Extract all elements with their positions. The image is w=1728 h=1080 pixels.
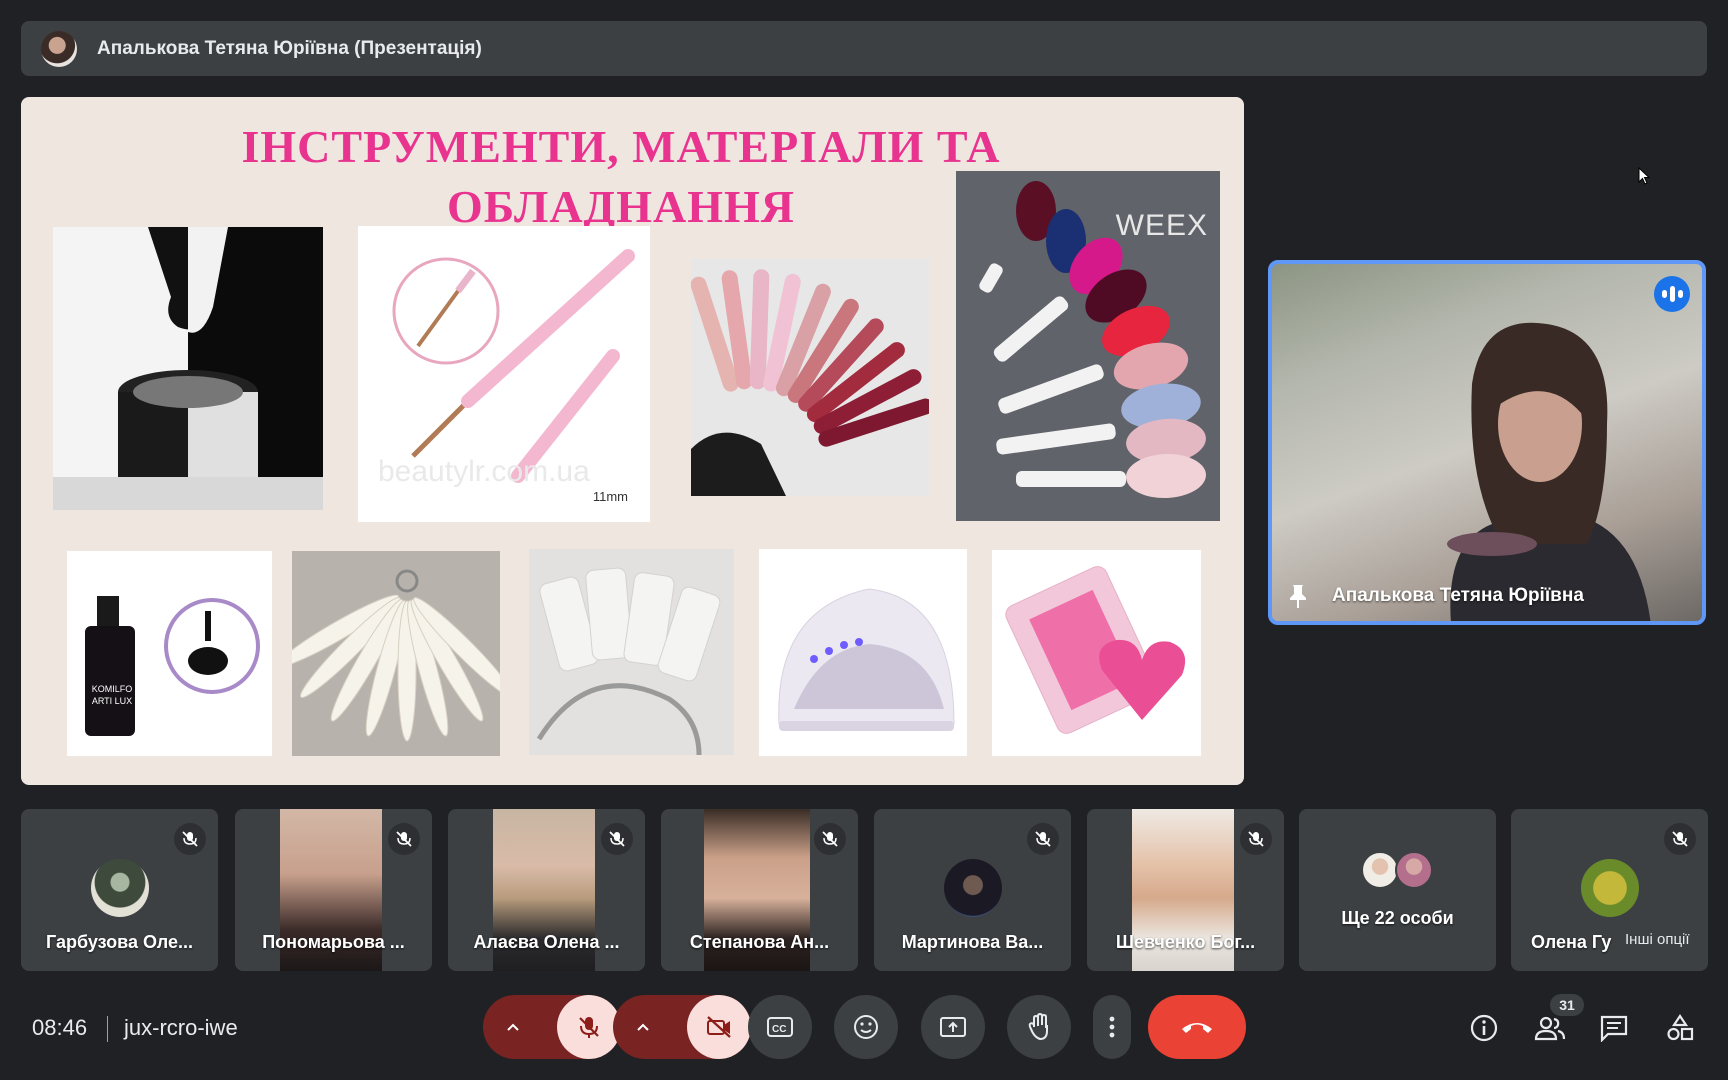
speaker-video-tile[interactable]: Апалькова Тетяна Юріївна: [1268, 260, 1706, 625]
brush-caption: 11mm: [592, 489, 628, 504]
color-swatch-fan-image: [691, 259, 929, 496]
participant-tile[interactable]: Шевченко Бог...: [1087, 809, 1284, 971]
participant-name: Гарбузова Оле...: [46, 932, 193, 952]
slide-title-line1: ІНСТРУМЕНТИ, МАТЕРІАЛИ ТА: [241, 121, 1001, 172]
speaking-indicator-icon: [1654, 276, 1690, 312]
komilfo-label: KOMILFO ARTI LUX: [91, 684, 133, 706]
people-count-badge: 31: [1550, 994, 1584, 1016]
participant-tile[interactable]: Степанова Ан...: [661, 809, 858, 971]
participant-name: Пономарьова ...: [262, 932, 405, 952]
more-options-tooltip: Інші опції: [1617, 925, 1698, 954]
closed-captions-icon: CC: [767, 1017, 793, 1037]
participant-avatar: [1361, 851, 1399, 889]
leave-call-button[interactable]: [1148, 995, 1246, 1059]
emoji-icon: [854, 1015, 878, 1039]
participant-tile[interactable]: Гарбузова Оле...: [21, 809, 218, 971]
present-screen-icon: [940, 1017, 966, 1037]
participant-avatar: [944, 859, 1002, 917]
mic-off-icon: [814, 823, 846, 855]
nail-tips-ring-image: [529, 549, 734, 755]
camera-toggle-button[interactable]: [687, 995, 751, 1059]
hang-up-icon: [1182, 1023, 1212, 1033]
presenter-bar: Апалькова Тетяна Юріївна (Презентація): [21, 21, 1707, 76]
mic-off-icon: [579, 1017, 599, 1038]
chevron-up-icon: [507, 1023, 519, 1031]
weex-gel-palette-image: WEEX: [956, 171, 1220, 521]
presenter-title: Апалькова Тетяна Юріївна (Презентація): [97, 37, 482, 59]
nail-art-brush-image: beautylr.com.ua 11mm: [358, 226, 650, 522]
camera-control: [613, 995, 751, 1059]
mic-off-icon: [1240, 823, 1272, 855]
video-options-button[interactable]: [613, 995, 673, 1059]
participant-avatar: [91, 859, 149, 917]
pin-icon[interactable]: [1286, 583, 1310, 609]
presentation-slide: ІНСТРУМЕНТИ, МАТЕРІАЛИ ТА ОБЛАДНАННЯ bea…: [21, 97, 1244, 785]
participant-name: Мартинова Ва...: [901, 932, 1044, 952]
audio-options-button[interactable]: [483, 995, 543, 1059]
mic-off-icon: [174, 823, 206, 855]
participant-name: Шевченко Бог...: [1115, 932, 1256, 952]
meeting-controls-bar: 08:46 jux-rcro-iwe CC: [0, 990, 1728, 1080]
captions-button[interactable]: CC: [748, 995, 812, 1059]
reactions-button[interactable]: [834, 995, 898, 1059]
participant-tile[interactable]: Мартинова Ва...: [874, 809, 1071, 971]
svg-text:CC: CC: [772, 1024, 786, 1035]
gel-polish-jar-image: [53, 227, 323, 510]
participant-strip: Гарбузова Оле... Пономарьова ... Алаєва …: [21, 809, 1708, 971]
participant-name: Олена Гу: [1531, 932, 1612, 952]
komilfo-bottle-image: KOMILFO ARTI LUX: [67, 551, 272, 756]
speaker-name: Апалькова Тетяна Юріївна: [1332, 585, 1584, 606]
raise-hand-icon: [1028, 1013, 1048, 1041]
activities-icon: [1667, 1014, 1694, 1041]
present-screen-button[interactable]: [921, 995, 985, 1059]
microphone-control: [483, 995, 621, 1059]
weex-logo: WEEX: [1115, 209, 1208, 242]
people-icon: [1534, 1016, 1566, 1041]
uv-led-lamp-image: [759, 549, 967, 756]
nail-tip-fan-image: [292, 551, 500, 756]
info-icon: [1470, 1014, 1498, 1042]
activities-button[interactable]: [1656, 1004, 1704, 1052]
mic-off-icon: [601, 823, 633, 855]
participant-tile[interactable]: Алаєва Олена ...: [448, 809, 645, 971]
speaker-video-feed: [1447, 322, 1651, 621]
microphone-toggle-button[interactable]: [557, 995, 621, 1059]
more-options-button[interactable]: [1093, 995, 1131, 1059]
chat-button[interactable]: [1590, 1004, 1638, 1052]
participant-avatar: [1581, 859, 1639, 917]
divider: [107, 1016, 108, 1042]
meeting-clock: 08:46: [32, 1015, 88, 1040]
camera-off-icon: [707, 1016, 731, 1038]
mic-off-icon: [1664, 823, 1696, 855]
presenter-avatar: [41, 30, 77, 67]
chevron-up-icon: [637, 1023, 649, 1031]
participant-name: Алаєва Олена ...: [473, 932, 620, 952]
more-vertical-icon: [1109, 1016, 1115, 1038]
mouse-cursor-icon: [1638, 166, 1651, 185]
more-participants-label: Ще 22 особи: [1341, 908, 1454, 928]
svg-text:beautylr.com.ua: beautylr.com.ua: [378, 455, 590, 488]
pink-heart-sponge-image: [992, 550, 1201, 756]
raise-hand-button[interactable]: [1007, 995, 1071, 1059]
mic-off-icon: [388, 823, 420, 855]
meeting-details-button[interactable]: [1460, 1004, 1508, 1052]
participant-avatar: [1395, 851, 1433, 889]
participant-tile[interactable]: Пономарьова ...: [235, 809, 432, 971]
participant-name: Степанова Ан...: [689, 932, 830, 952]
more-participants-tile[interactable]: Ще 22 особи: [1299, 809, 1496, 971]
chat-icon: [1600, 1015, 1628, 1042]
mic-off-icon: [1027, 823, 1059, 855]
meeting-code: jux-rcro-iwe: [124, 1015, 238, 1040]
